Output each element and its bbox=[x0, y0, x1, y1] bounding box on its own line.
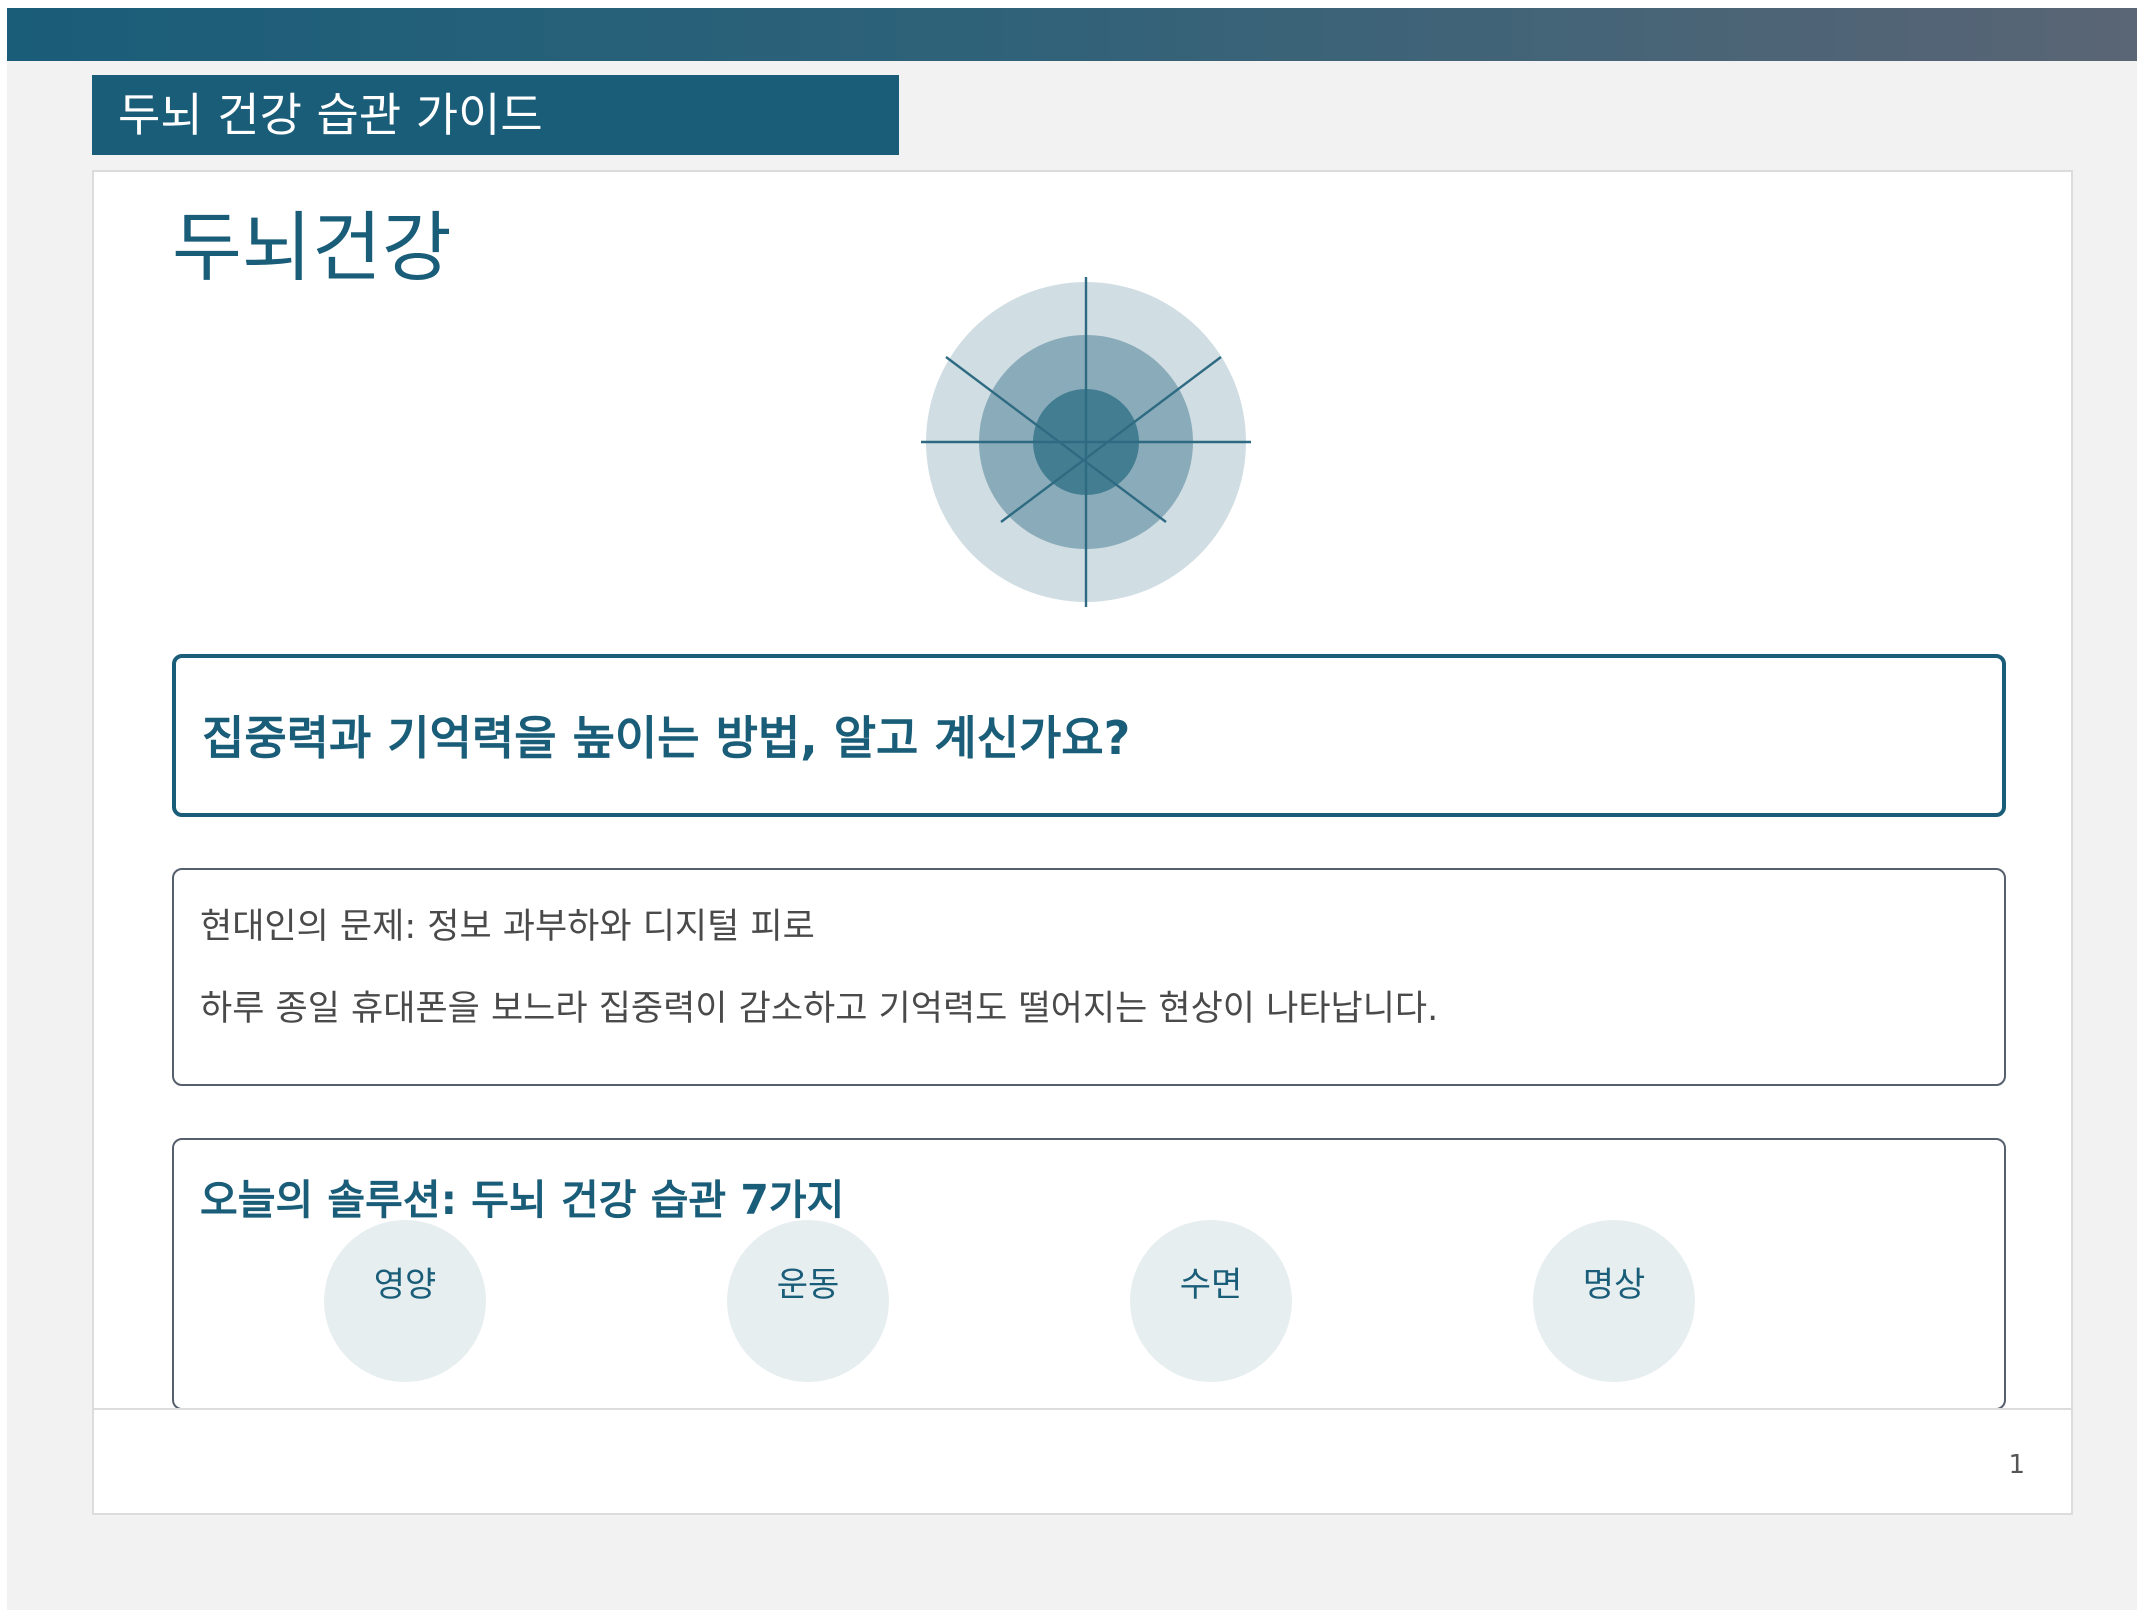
problem-title: 현대인의 문제: 정보 과부하와 디지털 피로 bbox=[200, 907, 815, 947]
document-title: 두뇌 건강 습관 가이드 bbox=[92, 75, 899, 155]
radial-lines bbox=[921, 277, 1251, 607]
slide-stage: 두뇌 건강 습관 가이드 두뇌건강 집중력과 기억력을 높이는 방법, 알고 계… bbox=[7, 8, 2137, 1610]
problem-box: 현대인의 문제: 정보 과부하와 디지털 피로 하루 종일 휴대폰을 보느라 집… bbox=[172, 868, 2006, 1086]
habit-nutrition: 영양 bbox=[324, 1220, 486, 1382]
top-accent-bar bbox=[7, 8, 2137, 61]
page-number: 1 bbox=[2008, 1450, 2025, 1480]
slide-card: 두뇌건강 집중력과 기억력을 높이는 방법, 알고 계신가요? 현대인의 문제:… bbox=[92, 170, 2073, 1515]
concentric-target-icon bbox=[921, 277, 1251, 607]
question-box: 집중력과 기억력을 높이는 방법, 알고 계신가요? bbox=[172, 654, 2006, 817]
problem-body: 하루 종일 휴대폰을 보느라 집중력이 감소하고 기억력도 떨어지는 현상이 나… bbox=[200, 989, 1439, 1029]
habit-meditation: 명상 bbox=[1533, 1220, 1695, 1382]
slide-heading: 두뇌건강 bbox=[172, 203, 452, 292]
solution-title: 오늘의 솔루션: 두뇌 건강 습관 7가지 bbox=[200, 1176, 845, 1224]
habit-sleep: 수면 bbox=[1130, 1220, 1292, 1382]
question-text: 집중력과 기억력을 높이는 방법, 알고 계신가요? bbox=[202, 711, 1131, 765]
slide-footer: 1 bbox=[94, 1408, 2071, 1513]
solution-box: 오늘의 솔루션: 두뇌 건강 습관 7가지 영양 운동 수면 명상 bbox=[172, 1138, 2006, 1410]
habit-exercise: 운동 bbox=[727, 1220, 889, 1382]
